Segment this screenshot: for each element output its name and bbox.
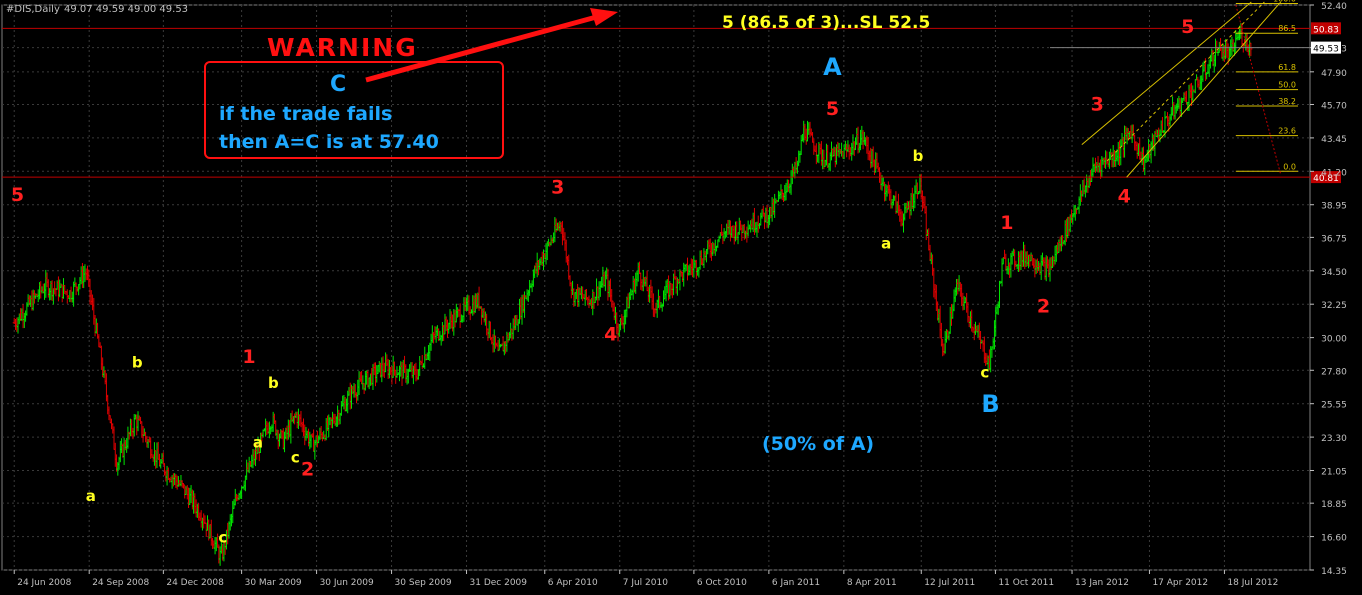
wave-label: A [823,53,842,81]
x-tick-label: 30 Sep 2009 [395,578,452,588]
x-tick-label: 11 Oct 2011 [998,578,1054,588]
wave-label: 5 [826,98,839,120]
box-text-line2: then A=C is at 57.40 [219,131,439,153]
b-note: (50% of A) [762,433,874,455]
x-tick-label: 8 Apr 2011 [847,578,897,588]
y-tick-label: 32.25 [1321,301,1347,311]
wave-label: a [253,433,263,451]
y-tick-label: 30.00 [1321,335,1347,345]
wave-label: 2 [1037,295,1050,317]
wave-label: b [913,147,924,165]
x-tick-label: 17 Apr 2012 [1152,578,1208,588]
x-tick-label: 13 Jan 2012 [1075,578,1129,588]
fib-level-label: 86.5 [1278,24,1296,33]
ohlc-readout: 49.07 49.59 49.00 49.53 [64,4,188,15]
wave-label: 5 [1181,16,1194,38]
y-tick-label: 43.45 [1321,135,1347,145]
fib-level-label: 50.0 [1278,81,1296,90]
y-tick-label: 47.90 [1321,69,1347,79]
wave-label: c [291,448,300,466]
y-tick-label: 38.95 [1321,202,1347,212]
wave-label: c [980,364,989,382]
warning-label: WARNING [267,33,418,62]
wave-label: 3 [1091,93,1104,115]
x-tick-label: 24 Dec 2008 [166,578,224,588]
wave-label: a [86,487,96,505]
fib-level-label: 61.8 [1278,63,1296,72]
wave-label: 4 [1118,185,1131,207]
symbol-title: #DIS,Daily [6,4,60,15]
wave-label: B [981,390,999,418]
box-text-line1: if the trade fails [219,103,392,125]
x-tick-label: 31 Dec 2009 [470,578,528,588]
current-price-label: 49.53 [1313,45,1339,55]
y-tick-label: 25.55 [1321,401,1347,411]
target-note: 5 (86.5 of 3)...SL 52.5 [722,13,930,33]
wave-label: 5 [11,184,24,206]
x-tick-label: 6 Oct 2010 [697,578,747,588]
x-tick-label: 6 Jan 2011 [772,578,820,588]
y-tick-label: 23.30 [1321,434,1347,444]
y-tick-label: 16.60 [1321,534,1347,544]
fib-level-label: 38.2 [1278,97,1296,106]
x-tick-label: 30 Jun 2009 [320,578,374,588]
wave-label: 1 [242,346,255,368]
red-level-label: 50.83 [1313,25,1339,35]
y-tick-label: 52.40 [1321,2,1347,12]
fib-level-label: 23.6 [1278,127,1296,136]
wave-label: 3 [551,177,564,199]
fib-level-label: 0.0 [1283,162,1296,171]
wave-label: b [268,374,279,392]
x-tick-label: 12 Jul 2011 [924,578,975,588]
x-tick-label: 18 Jul 2012 [1227,578,1278,588]
y-tick-label: 14.35 [1321,567,1347,577]
wave-label: 4 [604,324,617,346]
y-tick-label: 21.05 [1321,468,1347,478]
wave-label: 2 [301,459,314,481]
wave-c-label: C [330,72,346,97]
x-tick-label: 30 Mar 2009 [245,578,302,588]
y-tick-label: 34.50 [1321,268,1347,278]
fib-level-label: 100.0 [1273,0,1296,4]
wave-label: c [218,529,227,547]
x-tick-label: 24 Jun 2008 [17,578,71,588]
x-tick-label: 6 Apr 2010 [548,578,598,588]
y-tick-label: 45.70 [1321,101,1347,111]
x-tick-label: 7 Jul 2010 [623,578,668,588]
price-chart[interactable]: 50.8340.81100.086.561.850.038.223.60.0 5… [0,0,1362,591]
y-tick-label: 41.20 [1321,168,1347,178]
x-tick-label: 24 Sep 2008 [92,578,149,588]
wave-label: 1 [1000,212,1013,234]
chart-svg: 50.8340.81100.086.561.850.038.223.60.0 5… [0,0,1362,591]
y-tick-label: 36.75 [1321,234,1347,244]
y-tick-label: 27.80 [1321,367,1347,377]
wave-label: b [132,353,143,371]
y-tick-label: 18.85 [1321,500,1347,510]
wave-label: a [881,235,891,253]
